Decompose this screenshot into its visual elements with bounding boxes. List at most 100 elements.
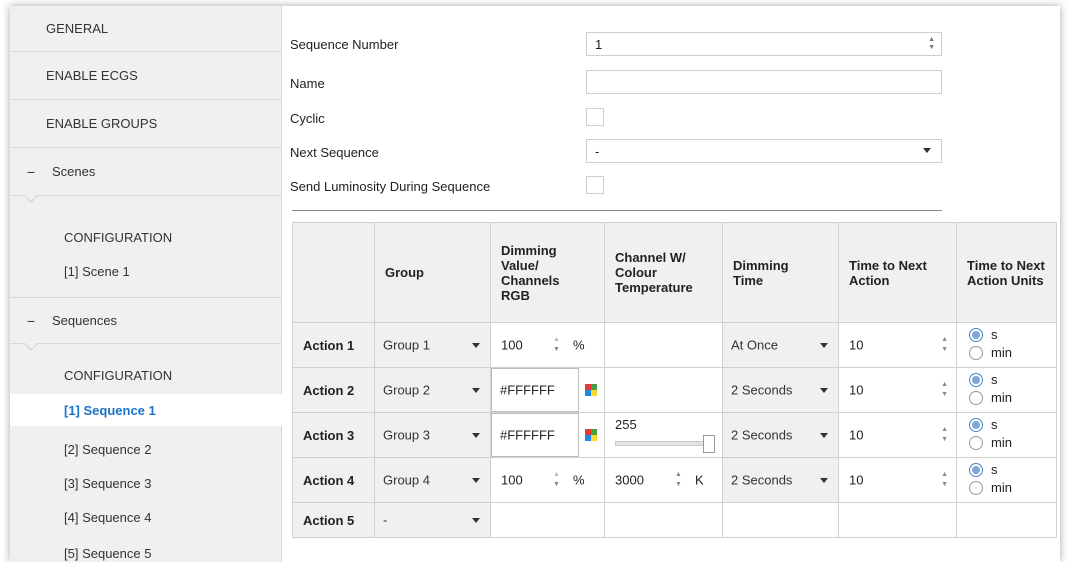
color-palette-icon[interactable] bbox=[585, 384, 597, 396]
channel-w-slider[interactable]: 255 bbox=[604, 412, 723, 458]
send-luminosity-checkbox[interactable] bbox=[586, 176, 604, 194]
slider-track[interactable] bbox=[615, 441, 707, 446]
sidebar-item-scene-1[interactable]: [1] Scene 1 bbox=[10, 256, 282, 286]
group-select[interactable]: Group 4 bbox=[374, 457, 491, 503]
sidebar-item-sequence-1[interactable]: [1] Sequence 1 bbox=[10, 394, 282, 426]
spin-down-icon[interactable]: ▼ bbox=[941, 480, 948, 490]
dimming-value-color[interactable]: #FFFFFF bbox=[490, 412, 605, 458]
radio-option-s[interactable]: s bbox=[969, 417, 998, 432]
group-select[interactable]: Group 1 bbox=[374, 322, 491, 368]
stepper-arrows[interactable]: ▲ ▼ bbox=[941, 470, 948, 490]
radio-option-min[interactable]: min bbox=[969, 480, 1012, 495]
radio-option-min[interactable]: min bbox=[969, 345, 1012, 360]
radio-option-min[interactable]: min bbox=[969, 390, 1012, 405]
sidebar-item-general[interactable]: GENERAL bbox=[10, 6, 282, 52]
color-palette-icon[interactable] bbox=[585, 429, 597, 441]
spin-up-icon[interactable]: ▲ bbox=[941, 425, 948, 435]
header-line: Action Units bbox=[967, 272, 1044, 288]
sidebar-item-scenes-configuration[interactable]: CONFIGURATION bbox=[10, 224, 282, 250]
radio-label: s bbox=[991, 417, 998, 432]
radio-button[interactable] bbox=[969, 480, 983, 495]
radio-button[interactable] bbox=[969, 435, 983, 450]
header-line: Action bbox=[849, 272, 890, 288]
spin-up-icon[interactable]: ▲ bbox=[941, 335, 948, 345]
time-next-stepper[interactable]: 10 ▲ ▼ bbox=[838, 412, 957, 458]
units-radio-group: s min bbox=[956, 322, 1057, 368]
time-next-stepper[interactable]: 10 ▲ ▼ bbox=[838, 367, 957, 413]
sidebar-item-label: [1] Scene 1 bbox=[64, 263, 130, 279]
group-select[interactable]: Group 3 bbox=[374, 412, 491, 458]
spin-up-icon[interactable]: ▲ bbox=[928, 36, 935, 44]
group-select[interactable]: Group 2 bbox=[374, 367, 491, 413]
empty-cell bbox=[604, 502, 723, 538]
spin-up-icon[interactable]: ▲ bbox=[553, 335, 560, 345]
radio-button[interactable] bbox=[969, 390, 983, 405]
dimming-time-select[interactable]: 2 Seconds bbox=[722, 367, 839, 413]
spin-down-icon[interactable]: ▼ bbox=[941, 390, 948, 400]
sidebar-item-enable-groups[interactable]: ENABLE GROUPS bbox=[10, 100, 282, 148]
hex-color-input[interactable]: #FFFFFF bbox=[491, 368, 579, 412]
spin-up-icon[interactable]: ▲ bbox=[941, 470, 948, 480]
hex-color-input[interactable]: #FFFFFF bbox=[491, 413, 579, 457]
sidebar-section-scenes[interactable]: − Scenes bbox=[10, 148, 282, 196]
stepper-arrows[interactable]: ▲ ▼ bbox=[553, 335, 560, 355]
name-input[interactable] bbox=[586, 70, 942, 94]
radio-button[interactable] bbox=[969, 417, 983, 432]
radio-button[interactable] bbox=[969, 345, 983, 360]
sidebar-item-label: [3] Sequence 3 bbox=[64, 475, 152, 491]
radio-option-s[interactable]: s bbox=[969, 462, 998, 477]
cyclic-checkbox[interactable] bbox=[586, 108, 604, 126]
header-line: Channel W/ bbox=[615, 250, 686, 265]
stepper-arrows[interactable]: ▲ ▼ bbox=[675, 470, 682, 490]
sequence-number-stepper[interactable]: 1 ▲ ▼ bbox=[586, 32, 942, 56]
time-next-stepper[interactable]: 10 ▲ ▼ bbox=[838, 457, 957, 503]
slider-handle[interactable] bbox=[703, 435, 715, 453]
dimming-time-select[interactable]: 2 Seconds bbox=[722, 457, 839, 503]
channel-w-stepper[interactable]: 3000 ▲ ▼ K bbox=[604, 457, 723, 503]
sidebar-item-sequences-configuration[interactable]: CONFIGURATION bbox=[10, 360, 282, 390]
radio-button[interactable] bbox=[969, 372, 983, 387]
sidebar-item-label: ENABLE ECGS bbox=[46, 68, 138, 83]
spin-down-icon[interactable]: ▼ bbox=[553, 345, 560, 355]
spin-down-icon[interactable]: ▼ bbox=[553, 480, 560, 490]
spin-up-icon[interactable]: ▲ bbox=[675, 470, 682, 480]
collapse-icon[interactable]: − bbox=[16, 164, 46, 180]
radio-option-min[interactable]: min bbox=[969, 435, 1012, 450]
sidebar-item-sequence-3[interactable]: [3] Sequence 3 bbox=[10, 468, 282, 498]
time-next-stepper[interactable]: 10 ▲ ▼ bbox=[838, 322, 957, 368]
dimming-value-stepper[interactable]: 100 ▲ ▼ % bbox=[490, 457, 605, 503]
radio-option-s[interactable]: s bbox=[969, 372, 998, 387]
group-select[interactable]: - bbox=[374, 502, 491, 538]
radio-button[interactable] bbox=[969, 327, 983, 342]
dimming-value-color[interactable]: #FFFFFF bbox=[490, 367, 605, 413]
next-sequence-select[interactable]: - bbox=[586, 139, 942, 163]
sidebar-item-sequence-5[interactable]: [5] Sequence 5 bbox=[10, 538, 282, 562]
stepper-arrows[interactable]: ▲ ▼ bbox=[553, 470, 560, 490]
sidebar-section-sequences[interactable]: − Sequences bbox=[10, 298, 282, 344]
spin-up-icon[interactable]: ▲ bbox=[941, 380, 948, 390]
stepper-arrows[interactable]: ▲ ▼ bbox=[941, 380, 948, 400]
stepper-arrows[interactable]: ▲ ▼ bbox=[941, 425, 948, 445]
sidebar-item-label: [2] Sequence 2 bbox=[64, 441, 152, 457]
sidebar-item-enable-ecgs[interactable]: ENABLE ECGS bbox=[10, 52, 282, 100]
spin-down-icon[interactable]: ▼ bbox=[675, 480, 682, 490]
sidebar-item-label: ENABLE GROUPS bbox=[46, 116, 158, 131]
dimming-value-stepper[interactable]: 100 ▲ ▼ % bbox=[490, 322, 605, 368]
sidebar-item-sequence-2[interactable]: [2] Sequence 2 bbox=[10, 434, 282, 464]
spin-up-icon[interactable]: ▲ bbox=[553, 470, 560, 480]
stepper-arrows[interactable]: ▲ ▼ bbox=[928, 36, 935, 52]
radio-label: min bbox=[991, 435, 1012, 450]
spin-down-icon[interactable]: ▼ bbox=[941, 345, 948, 355]
radio-label: min bbox=[991, 390, 1012, 405]
spin-down-icon[interactable]: ▼ bbox=[928, 44, 935, 52]
sidebar-item-sequence-4[interactable]: [4] Sequence 4 bbox=[10, 502, 282, 532]
spin-down-icon[interactable]: ▼ bbox=[941, 435, 948, 445]
collapse-icon[interactable]: − bbox=[16, 313, 46, 329]
stepper-arrows[interactable]: ▲ ▼ bbox=[941, 335, 948, 355]
column-header-dimming-time: Dimming Time bbox=[722, 222, 839, 323]
chevron-down-icon bbox=[472, 518, 480, 523]
radio-option-s[interactable]: s bbox=[969, 327, 998, 342]
dimming-time-select[interactable]: 2 Seconds bbox=[722, 412, 839, 458]
dimming-time-select[interactable]: At Once bbox=[722, 322, 839, 368]
radio-button[interactable] bbox=[969, 462, 983, 477]
